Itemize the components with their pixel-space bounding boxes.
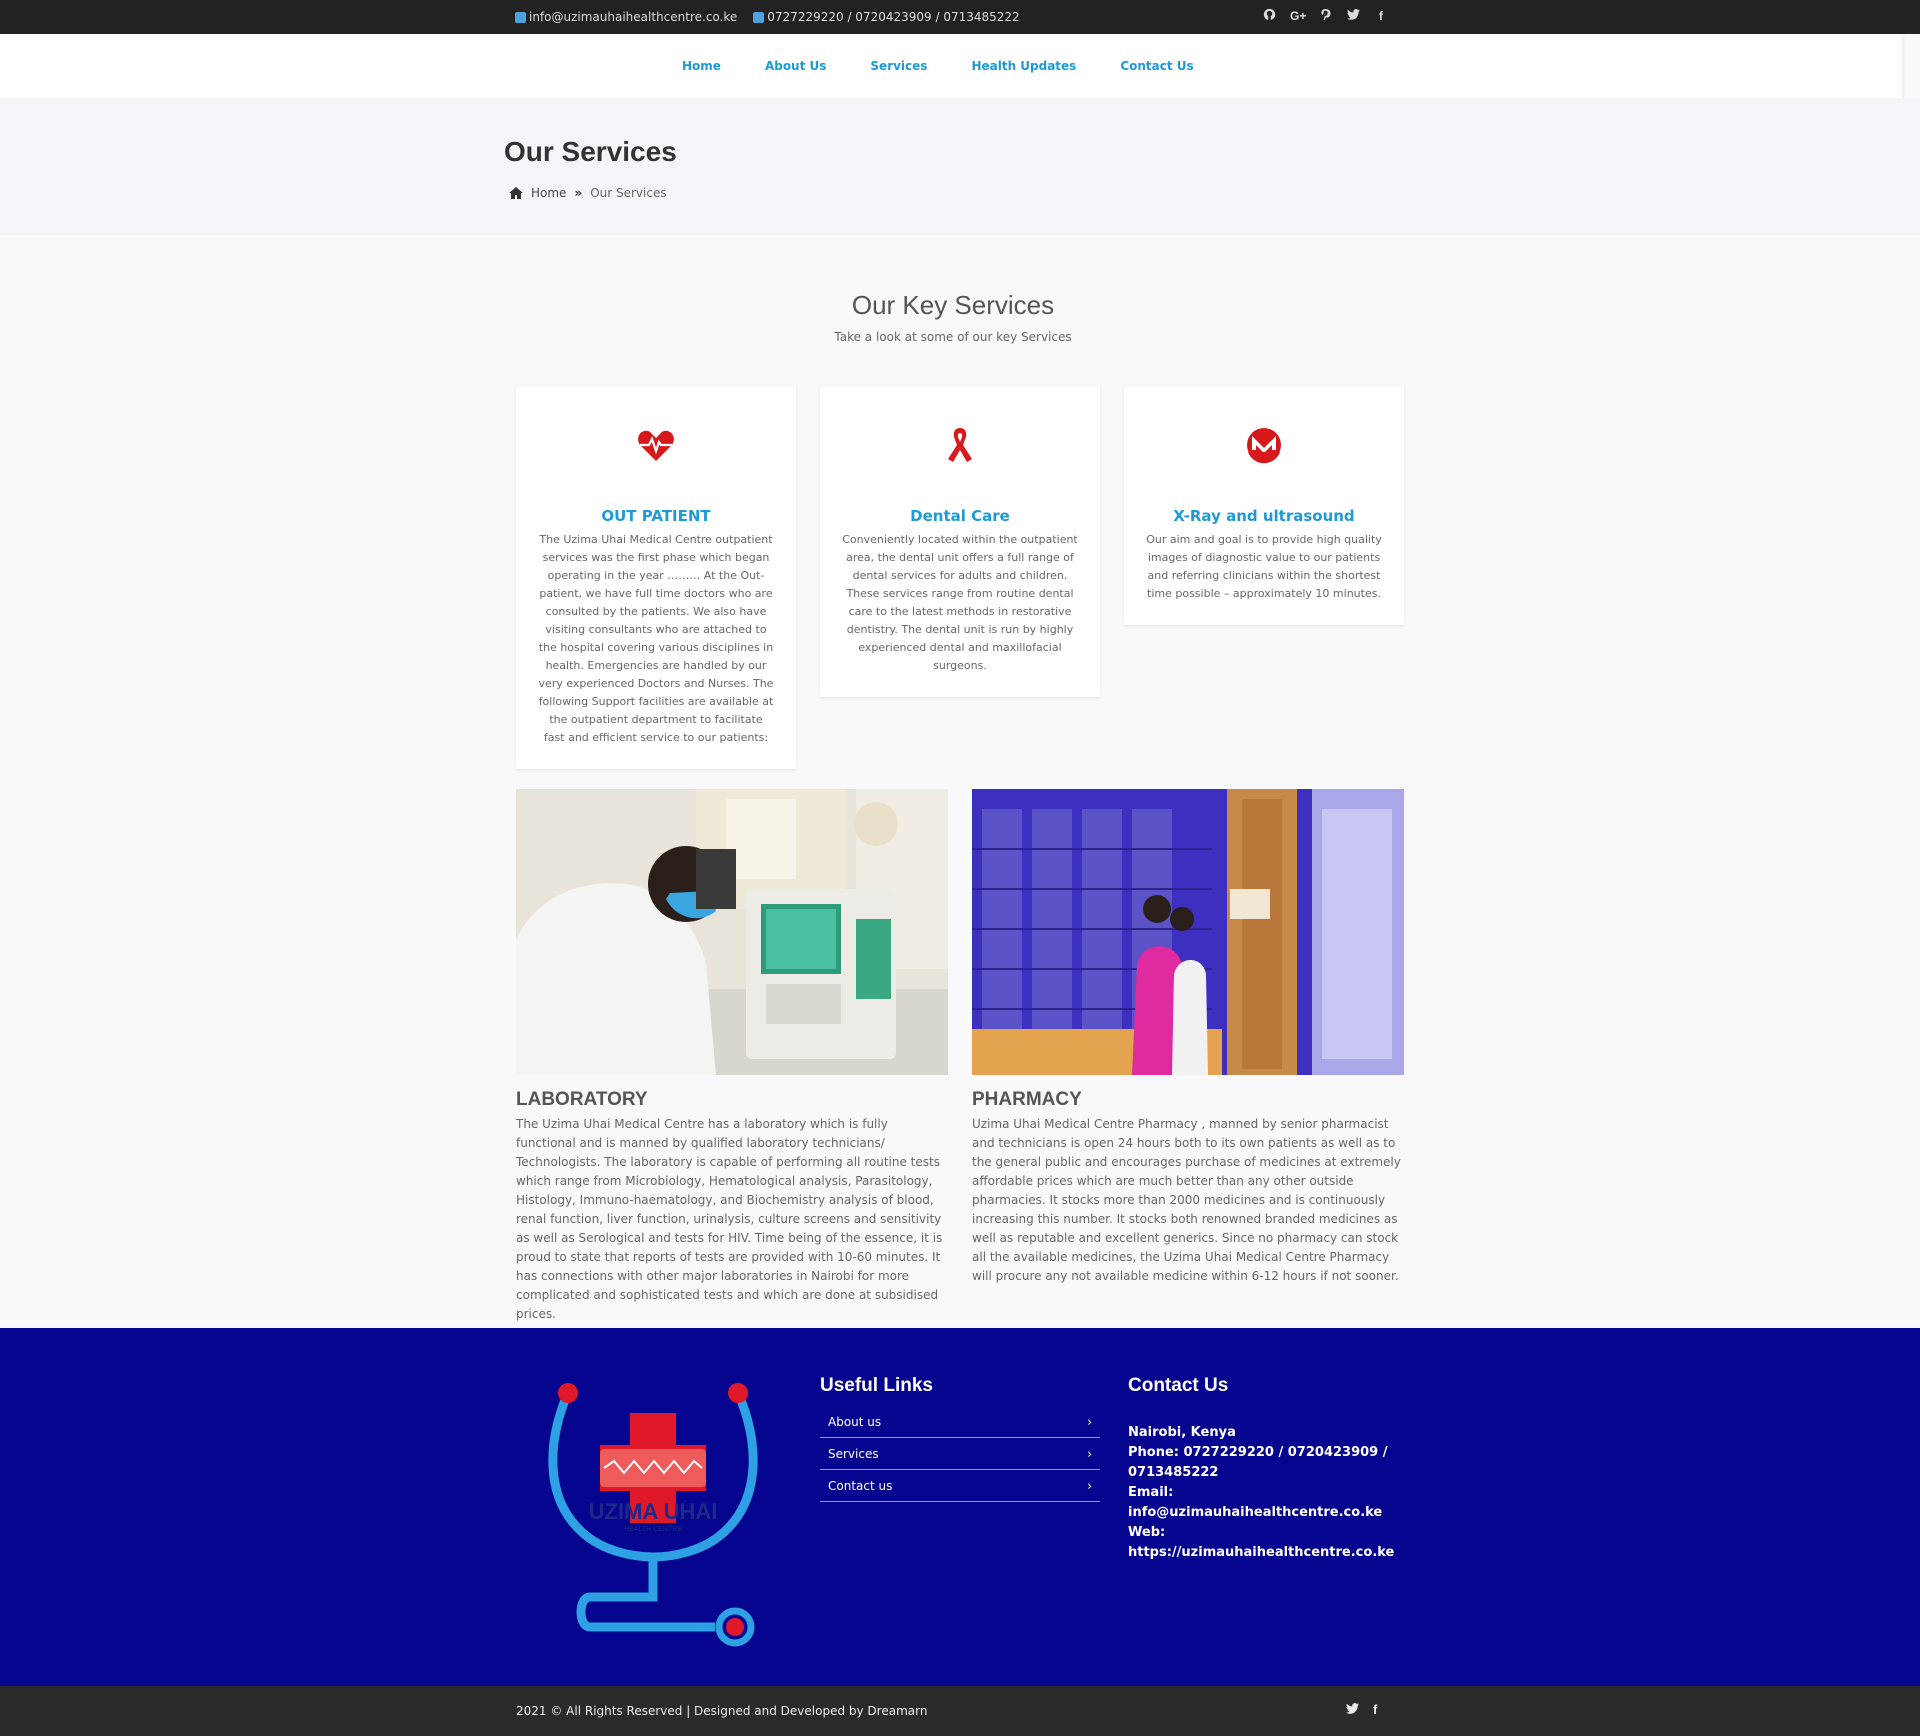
footer-location: Nairobi, Kenya [1128,1425,1236,1440]
top-phone[interactable]: 0727229220 / 0720423909 / 0713485222 [753,10,1020,24]
bottom-social: f [1346,1702,1377,1717]
service-card-outpatient: OUT PATIENT The Uzima Uhai Medical Centr… [516,387,796,769]
section-title: Our Key Services [851,290,1055,320]
laboratory-photo [516,789,948,1075]
feature-title: PHARMACY [972,1089,1082,1110]
feature-laboratory: LABORATORY The Uzima Uhai Medical Centre… [516,789,948,1324]
service-card-text: Our aim and goal is to provide high qual… [1146,533,1382,600]
footer-email[interactable]: Email: info@uzimauhaihealthcentre.co.ke [1128,1483,1388,1523]
footer-web[interactable]: Web: https://uzimauhaihealthcentre.co.ke [1128,1523,1394,1563]
footer-contact-title: Contact Us [1128,1375,1229,1396]
pharmacy-photo [972,789,1404,1075]
facebook-icon[interactable]: f [1374,8,1388,24]
home-icon [509,187,523,199]
google-plus-icon[interactable]: G+ [1290,8,1306,24]
service-card-text: Conveniently located within the outpatie… [842,533,1078,672]
phone-icon [753,11,765,23]
footer-link-contact[interactable]: Contact us › [820,1470,1100,1502]
page-title: Our Services [504,136,677,167]
breadcrumb-current: Our Services [590,186,667,200]
nav-home[interactable]: Home [682,59,721,73]
main-nav: Home About Us Services Health Updates Co… [0,34,1902,98]
ribbon-icon [948,428,972,462]
copyright: 2021 © All Rights Reserved | Designed an… [516,1704,928,1718]
service-card-title: X-Ray and ultrasound [1173,507,1355,525]
heartbeat-icon [638,430,674,461]
logo-text: UZIMA UHAI [589,1499,718,1524]
service-card-dental: Dental Care Conveniently located within … [820,387,1100,697]
section-subtitle: Take a look at some of our key Services [834,330,1072,344]
pinterest-icon[interactable] [1318,8,1332,24]
feature-text: The Uzima Uhai Medical Centre has a labo… [516,1117,943,1321]
footer-phone: Phone: 0727229220 / 0720423909 / 0713485… [1128,1445,1388,1480]
service-card-text: The Uzima Uhai Medical Centre outpatient… [538,533,774,744]
feature-text: Uzima Uhai Medical Centre Pharmacy , man… [972,1117,1401,1283]
chevron-right-icon: › [1087,1447,1092,1461]
chevron-right-icon: › [1087,1479,1092,1493]
footer-link-services[interactable]: Services › [820,1438,1100,1470]
top-bar: info@uzimauhaihealthcentre.co.ke 0727229… [0,0,1920,34]
github-icon[interactable] [1262,8,1276,24]
top-email[interactable]: info@uzimauhaihealthcentre.co.ke [515,10,737,24]
twitter-icon[interactable] [1346,1702,1359,1717]
nav-services[interactable]: Services [870,59,927,73]
twitter-icon[interactable] [1346,8,1360,24]
useful-links: Useful Links About us › Services › Contact… [820,1375,1100,1502]
nav-health-updates[interactable]: Health Updates [971,59,1076,73]
page-header: Our Services Home » Our Services [0,98,1920,235]
feature-title: LABORATORY [516,1089,648,1110]
top-social: G+ f [1262,8,1388,24]
breadcrumb: Home » Our Services [509,186,667,200]
chevron-right-icon: › [1087,1415,1092,1429]
footer: UZIMA UHAI HEALTH CENTRE Useful Links Ab… [0,1328,1920,1686]
double-chevron-right-icon: » [574,186,583,200]
feature-pharmacy: PHARMACY Uzima Uhai Medical Centre Pharm… [972,789,1404,1286]
footer-contact: Contact Us Nairobi, Kenya Phone: 0727229… [1128,1375,1394,1563]
uzima-uhai-logo: UZIMA UHAI HEALTH CENTRE [548,1383,758,1647]
nav-about-us[interactable]: About Us [765,59,826,73]
useful-links-title: Useful Links [820,1375,933,1396]
service-card-title: OUT PATIENT [601,507,711,525]
service-card-xray: X-Ray and ultrasound Our aim and goal is… [1124,387,1404,625]
service-card-title: Dental Care [910,507,1010,525]
nav-contact-us[interactable]: Contact Us [1120,59,1193,73]
envelope-icon [515,11,526,23]
monero-icon [1247,428,1281,464]
facebook-icon[interactable]: f [1373,1702,1377,1717]
footer-link-about[interactable]: About us › [820,1413,1100,1438]
top-contact: info@uzimauhaihealthcentre.co.ke 0727229… [515,10,1020,24]
bottom-bar: 2021 © All Rights Reserved | Designed an… [0,1686,1920,1736]
breadcrumb-home[interactable]: Home [531,186,566,200]
logo-subtext: HEALTH CENTRE [624,1526,682,1533]
